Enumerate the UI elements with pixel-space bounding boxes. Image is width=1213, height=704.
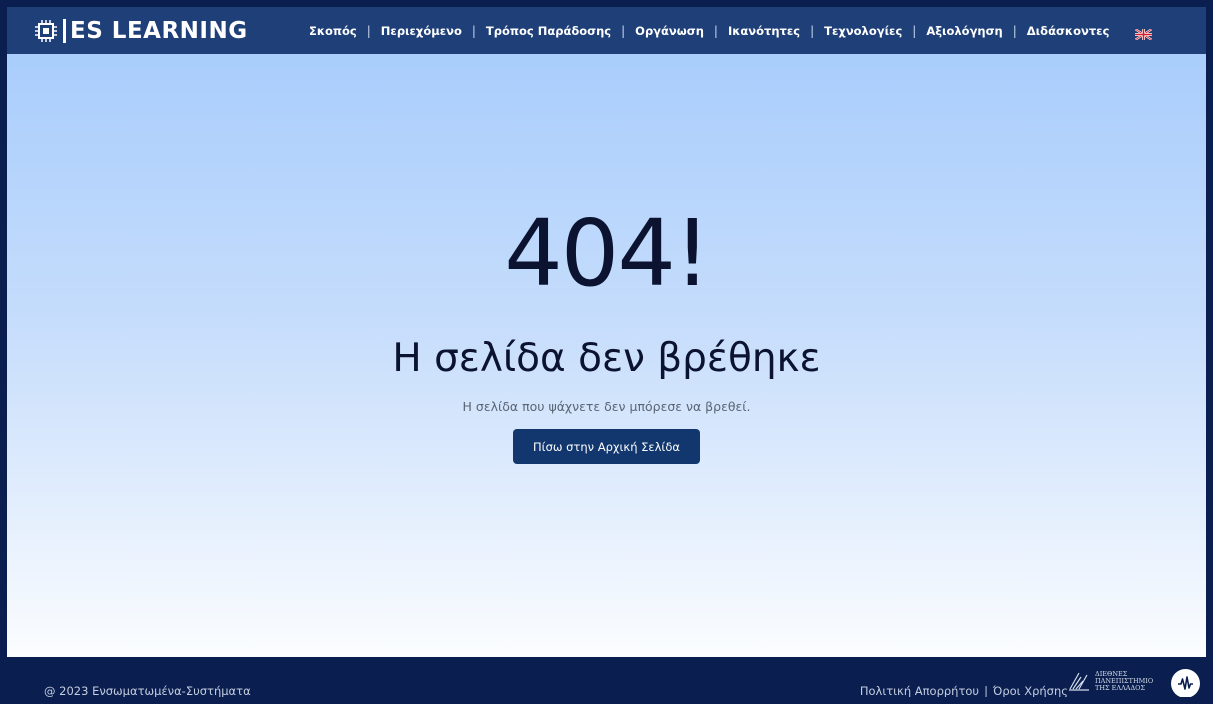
- nav-item-ikanotites[interactable]: Ικανότητες: [728, 24, 800, 38]
- copyright-text: @ 2023 Ενσωματωμένα-Συστήματα: [44, 684, 251, 697]
- nav-separator: |: [621, 23, 626, 38]
- university-logo[interactable]: ΔΙΕΘΝΕΣ ΠΑΝΕΠΙΣΤΗΜΙΟ ΤΗΣ ΕΛΛΑΔΟΣ: [1067, 669, 1153, 693]
- uk-flag-icon[interactable]: [1134, 25, 1153, 41]
- error-title: Η σελίδα δεν βρέθηκε: [392, 336, 821, 381]
- nav-separator: |: [912, 23, 917, 38]
- footer-links: Πολιτική Απορρήτου | Όροι Χρήσης: [860, 684, 1068, 697]
- top-navbar: ES LEARNING Σκοπός | Περιεχόμενο | Τρόπο…: [7, 7, 1206, 54]
- footer-separator: |: [984, 684, 988, 697]
- nav-item-didaskontes[interactable]: Διδάσκοντες: [1027, 24, 1110, 38]
- footer: @ 2023 Ενσωματωμένα-Συστήματα Πολιτική Α…: [7, 657, 1206, 697]
- nav-item-tropos-paradosis[interactable]: Τρόπος Παράδοσης: [486, 24, 611, 38]
- nav-item-organosi[interactable]: Οργάνωση: [635, 24, 704, 38]
- back-home-button[interactable]: Πίσω στην Αρχική Σελίδα: [513, 429, 700, 464]
- nav-separator: |: [1012, 23, 1017, 38]
- nav-separator: |: [713, 23, 718, 38]
- nav-item-axiologisi[interactable]: Αξιολόγηση: [926, 24, 1002, 38]
- privacy-policy-link[interactable]: Πολιτική Απορρήτου: [860, 684, 979, 697]
- nav-separator: |: [471, 23, 476, 38]
- main-nav: Σκοπός | Περιεχόμενο | Τρόπος Παράδοσης …: [309, 7, 1153, 54]
- chip-icon: [33, 18, 59, 44]
- nav-separator: |: [810, 23, 815, 38]
- button-row: Πίσω στην Αρχική Σελίδα: [7, 429, 1206, 464]
- page: ES LEARNING Σκοπός | Περιεχόμενο | Τρόπο…: [7, 7, 1206, 697]
- university-line-3: ΤΗΣ ΕΛΛΑΔΟΣ: [1095, 683, 1146, 692]
- nav-item-periexomeno[interactable]: Περιεχόμενο: [381, 24, 462, 38]
- brand-name: ES LEARNING: [70, 17, 248, 44]
- brand-logo[interactable]: ES LEARNING: [33, 7, 248, 54]
- not-found-section: 404! Η σελίδα δεν βρέθηκε Η σελίδα που ψ…: [7, 54, 1206, 657]
- nav-separator: |: [366, 23, 371, 38]
- error-code: 404!: [504, 200, 710, 307]
- nav-item-texnologies[interactable]: Τεχνολογίες: [824, 24, 902, 38]
- logo-divider: [63, 18, 66, 43]
- nav-item-skopos[interactable]: Σκοπός: [309, 24, 357, 38]
- university-name: ΔΙΕΘΝΕΣ ΠΑΝΕΠΙΣΤΗΜΙΟ ΤΗΣ ΕΛΛΑΔΟΣ: [1095, 670, 1153, 692]
- error-description: Η σελίδα που ψάχνετε δεν μπόρεσε να βρεθ…: [462, 399, 751, 414]
- circle-emblem-icon[interactable]: [1171, 669, 1200, 697]
- terms-of-use-link[interactable]: Όροι Χρήσης: [993, 684, 1068, 697]
- university-emblem-icon: [1069, 672, 1089, 691]
